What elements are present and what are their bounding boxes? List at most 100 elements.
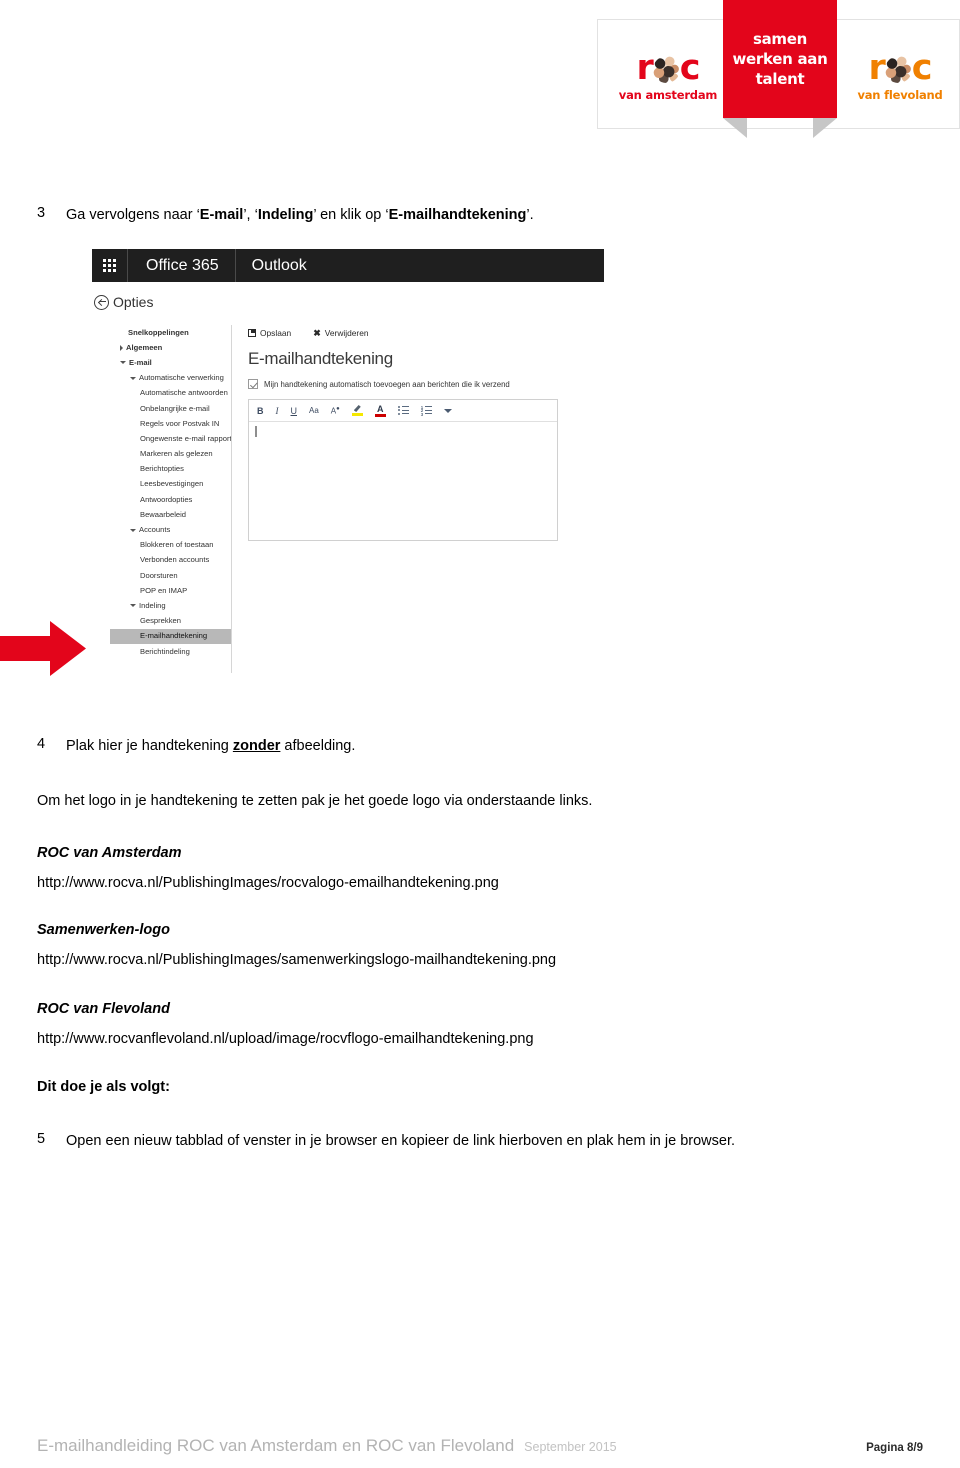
sidebar-item-leesbevestigingen[interactable]: Leesbevestigingen <box>110 477 231 492</box>
font-color-icon[interactable]: A <box>374 404 386 417</box>
italic-icon[interactable]: I <box>276 406 279 416</box>
chevron-down-icon[interactable] <box>130 528 136 532</box>
howto-text: Dit doe je als volgt: <box>37 1079 170 1095</box>
chevron-down-icon[interactable] <box>120 361 126 365</box>
save-button[interactable]: Opslaan <box>248 328 291 338</box>
sidebar-item-regels-voor-postvak-in[interactable]: Regels voor Postvak IN <box>110 416 231 431</box>
signature-editor-toolbar[interactable]: B I U Aa A● A 123 <box>249 400 557 422</box>
bulleted-list-icon[interactable] <box>397 405 409 415</box>
more-options-chevron-icon[interactable] <box>443 408 452 413</box>
sidebar-item-label: Gesprekken <box>140 616 181 626</box>
step-3-bold-indeling: Indeling <box>257 207 314 223</box>
link-url-2[interactable]: http://www.rocvanflevoland.nl/upload/ima… <box>37 1029 534 1049</box>
sidebar-item-e-mailhandtekening[interactable]: E-mailhandtekening <box>110 628 231 644</box>
command-bar: Opslaan ✖ Verwijderen <box>248 325 602 341</box>
roc-subtitle-flevoland: van flevoland <box>857 88 943 102</box>
underline-icon[interactable]: U <box>291 406 298 416</box>
sidebar-item-label: Ongewenste e-mail rapporteren <box>140 433 231 443</box>
options-label[interactable]: Opties <box>113 294 153 310</box>
sidebar-item-antwoordopties[interactable]: Antwoordopties <box>110 492 231 507</box>
save-label: Opslaan <box>260 328 292 338</box>
link-url-1[interactable]: http://www.rocva.nl/PublishingImages/sam… <box>37 950 556 970</box>
sidebar-item-berichtopties[interactable]: Berichtopties <box>110 462 231 477</box>
sidebar-item-markeren-als-gelezen[interactable]: Markeren als gelezen <box>110 447 231 462</box>
options-sidebar-nav[interactable]: Snelkoppelingen Algemeen E-mail Automatisch… <box>110 325 232 673</box>
logo-roc-van-flevoland: rc van flevoland <box>845 40 955 112</box>
step-5-number: 5 <box>37 1131 46 1147</box>
step-5-text: Open een nieuw tabblad of venster in je … <box>66 1133 736 1149</box>
sidebar-item-automatische-antwoorden[interactable]: Automatische antwoorden <box>110 386 231 401</box>
auto-signature-checkbox[interactable] <box>248 379 258 389</box>
sidebar-item-accounts[interactable]: Accounts <box>110 522 231 537</box>
outlook-app-name[interactable]: Outlook <box>236 249 307 282</box>
sidebar-item-label: Indeling <box>139 600 166 610</box>
signature-editor[interactable]: B I U Aa A● A 123 <box>248 399 558 541</box>
samen-werken-aan-talent-banner: samen werken aan talent <box>723 0 837 118</box>
chevron-down-icon[interactable] <box>130 376 136 380</box>
sidebar-item-ongewenste-e-mail-rapporteren[interactable]: Ongewenste e-mail rapporteren <box>110 431 231 446</box>
sidebar-item-berichtindeling[interactable]: Berichtindeling <box>110 644 231 659</box>
outlook-options-screenshot: Office 365 Outlook Opties Snelkoppelinge… <box>92 249 610 673</box>
auto-signature-checkbox-row[interactable]: Mijn handtekening automatisch toevoegen … <box>248 379 602 389</box>
step-3-pre: Ga vervolgens naar ‘ <box>66 207 200 223</box>
sidebar-item-verbonden-accounts[interactable]: Verbonden accounts <box>110 553 231 568</box>
sidebar-item-indeling[interactable]: Indeling <box>110 598 231 613</box>
logo-roc-van-amsterdam: rc van amsterdam <box>613 40 723 112</box>
chevron-down-icon[interactable] <box>130 604 136 608</box>
chevron-right-icon[interactable] <box>120 344 123 351</box>
people-blob-icon <box>884 56 912 83</box>
discard-button[interactable]: ✖ Verwijderen <box>313 328 368 338</box>
sidebar-item-label: Accounts <box>139 525 171 535</box>
signature-editor-body[interactable] <box>249 422 557 540</box>
office365-suite-bar: Office 365 Outlook <box>92 249 604 282</box>
numbered-list-icon[interactable]: 123 <box>421 405 432 416</box>
step-3-post: ’. <box>526 207 534 223</box>
sidebar-item-label: Berichtindeling <box>140 646 190 656</box>
sidebar-item-label: Berichtopties <box>140 464 184 474</box>
step-3-mid-1: ’, ‘ <box>243 207 258 223</box>
header-logo-band: rc van amsterdam samen werken aan talent… <box>0 0 960 148</box>
sidebar-item-label: Verbonden accounts <box>140 555 210 565</box>
highlight-icon[interactable] <box>351 405 363 416</box>
font-size-icon[interactable]: Aa <box>309 406 319 415</box>
auto-signature-label: Mijn handtekening automatisch toevoegen … <box>264 379 510 389</box>
sidebar-item-label: Leesbevestigingen <box>140 479 204 489</box>
sidebar-item-automatische-verwerking[interactable]: Automatische verwerking <box>110 371 231 386</box>
link-url-0[interactable]: http://www.rocva.nl/PublishingImages/roc… <box>37 873 499 893</box>
step-4-text: Plak hier je handtekening zonder afbeeld… <box>66 736 355 756</box>
options-back-row[interactable]: Opties <box>94 294 153 310</box>
people-blob-icon <box>652 56 680 83</box>
link-title-1: Samenwerken-logo <box>37 922 170 938</box>
bold-icon[interactable]: B <box>257 406 264 416</box>
sidebar-item-blokkeren-of-toestaan[interactable]: Blokkeren of toestaan <box>110 538 231 553</box>
sidebar-item-label: Regels voor Postvak IN <box>140 418 220 428</box>
step-3-text: Ga vervolgens naar ‘E-mail’, ‘Indeling’ … <box>66 205 534 225</box>
sidebar-item-algemeen[interactable]: Algemeen <box>110 340 231 355</box>
banner-line-1: samen <box>752 30 808 48</box>
back-arrow-icon[interactable] <box>94 294 109 310</box>
signature-settings-pane: Opslaan ✖ Verwijderen E-mailhandtekening… <box>248 325 602 541</box>
footer-page-number: Pagina 8/9 <box>866 1442 923 1454</box>
sidebar-item-label: Markeren als gelezen <box>140 449 213 459</box>
sidebar-item-label: Blokkeren of toestaan <box>140 540 214 550</box>
step-3-number: 3 <box>37 205 46 221</box>
office365-brand[interactable]: Office 365 <box>128 249 236 282</box>
sidebar-item-gesprekken[interactable]: Gesprekken <box>110 614 231 629</box>
sidebar-item-doorsturen[interactable]: Doorsturen <box>110 568 231 583</box>
sidebar-item-onbelangrijke-e-mail[interactable]: Onbelangrijke e-mail <box>110 401 231 416</box>
step-3-bold-email: E-mail <box>199 207 244 223</box>
font-grow-icon[interactable]: A● <box>331 406 340 416</box>
close-x-icon: ✖ <box>313 328 321 338</box>
text-caret <box>255 426 257 437</box>
app-launcher-icon[interactable] <box>92 249 128 282</box>
sidebar-item-snelkoppelingen[interactable]: Snelkoppelingen <box>110 325 231 340</box>
sidebar-item-pop-en-imap[interactable]: POP en IMAP <box>110 583 231 598</box>
sidebar-item-bewaarbeleid[interactable]: Bewaarbeleid <box>110 507 231 522</box>
step-4-number: 4 <box>37 736 46 752</box>
logo-intro-text: Om het logo in je handtekening te zetten… <box>37 793 593 809</box>
discard-label: Verwijderen <box>324 328 369 338</box>
sidebar-item-e-mail[interactable]: E-mail <box>110 355 231 370</box>
sidebar-item-label: Snelkoppelingen <box>128 327 189 337</box>
sidebar-item-label: Bewaarbeleid <box>140 509 187 519</box>
roc-wordmark-amsterdam: rc <box>636 48 700 88</box>
